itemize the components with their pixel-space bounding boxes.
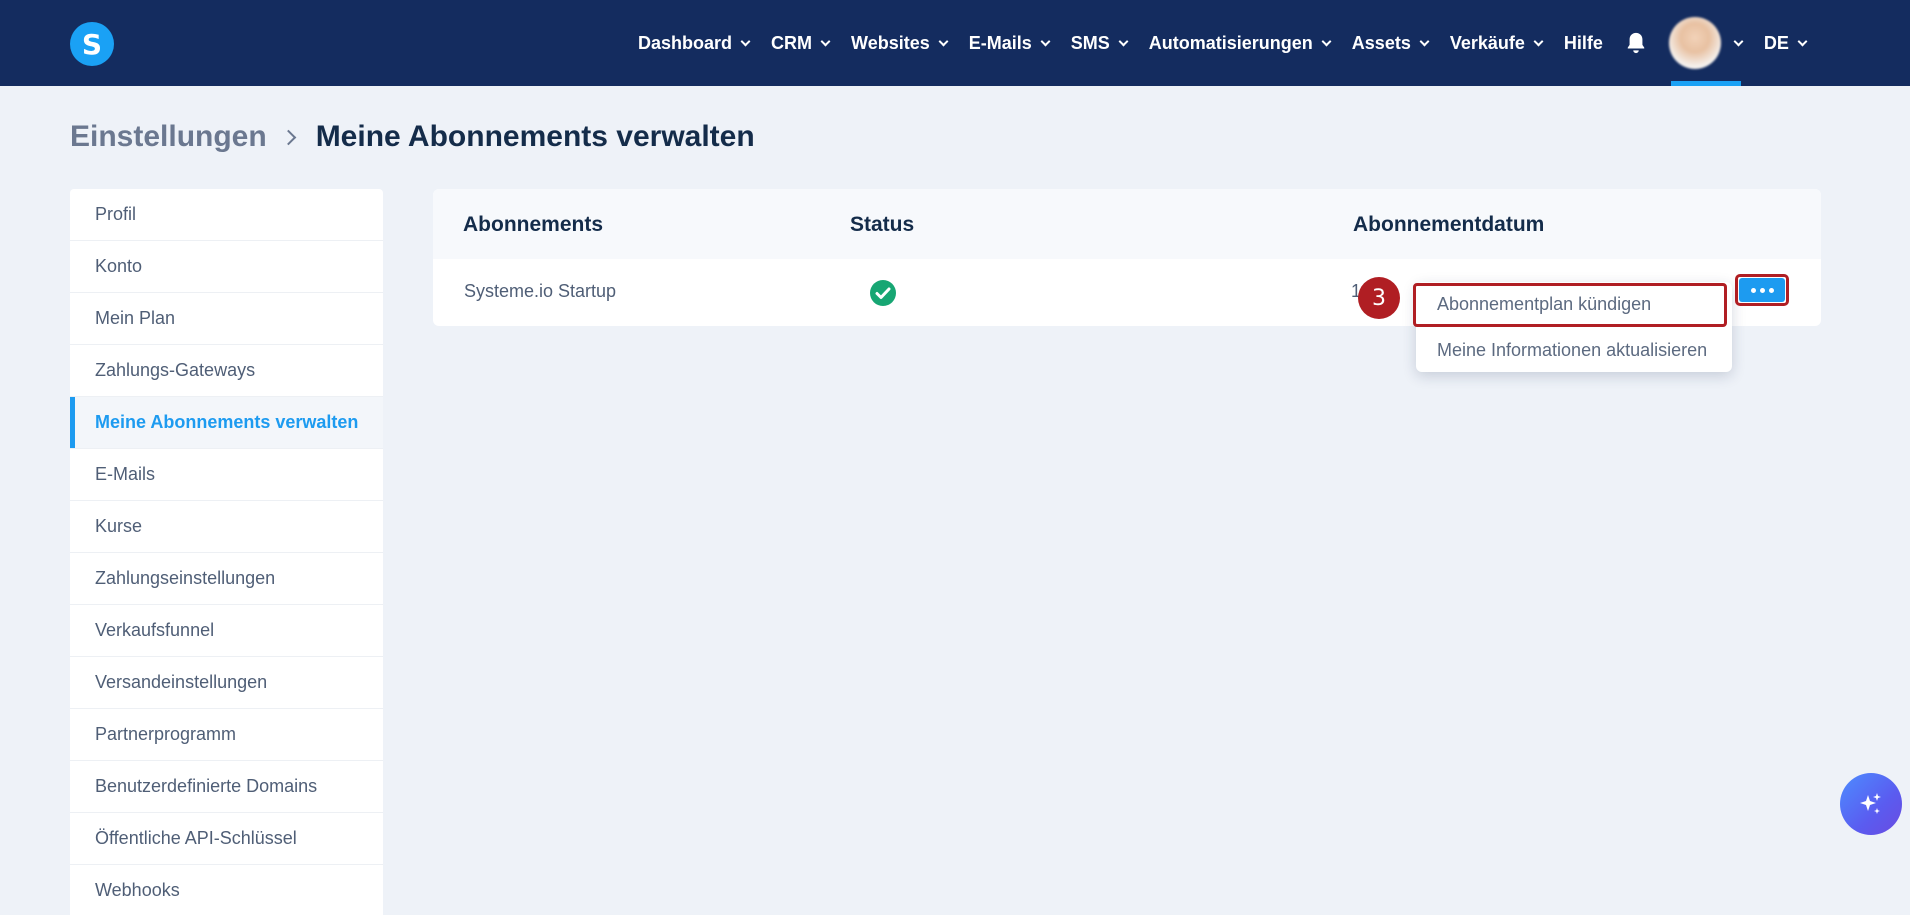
chevron-right-icon	[280, 129, 296, 145]
avatar[interactable]	[1668, 17, 1721, 69]
main-nav: Dashboard CRM Websites E-Mails SMS Autom…	[638, 0, 1828, 86]
language-selector[interactable]: DE	[1764, 0, 1808, 86]
active-indicator	[1670, 81, 1741, 86]
nav-verkaeufe[interactable]: Verkäufe	[1450, 0, 1544, 86]
nav-crm[interactable]: CRM	[771, 0, 831, 86]
highlight-box	[1413, 283, 1727, 327]
sidebar-item-api-keys[interactable]: Öffentliche API-Schlüssel	[70, 813, 383, 865]
user-menu[interactable]	[1668, 0, 1744, 86]
sparkles-icon	[1860, 793, 1881, 814]
chevron-down-icon	[1118, 36, 1129, 46]
nav-automatisierungen[interactable]: Automatisierungen	[1149, 0, 1332, 86]
chevron-down-icon	[938, 36, 949, 46]
sidebar-item-partnerprogramm[interactable]: Partnerprogramm	[70, 709, 383, 761]
breadcrumb-parent[interactable]: Einstellungen	[70, 120, 267, 154]
chevron-down-icon	[1419, 36, 1430, 46]
sidebar-item-konto[interactable]: Konto	[70, 241, 383, 293]
chevron-down-icon	[1533, 36, 1544, 46]
dot-icon	[1759, 287, 1765, 293]
sidebar-item-mein-plan[interactable]: Mein Plan	[70, 293, 383, 345]
nav-sms[interactable]: SMS	[1071, 0, 1129, 86]
breadcrumb: Einstellungen Meine Abonnements verwalte…	[70, 120, 755, 154]
column-header-date: Abonnementdatum	[1353, 213, 1545, 236]
dot-icon	[1750, 287, 1756, 293]
top-navbar: S Dashboard CRM Websites E-Mails SMS Aut…	[0, 0, 1910, 86]
sidebar-item-zahlungseinstellungen[interactable]: Zahlungseinstellungen	[70, 553, 383, 605]
sidebar-item-verkaufsfunnel[interactable]: Verkaufsfunnel	[70, 605, 383, 657]
chevron-down-icon	[740, 36, 751, 46]
chevron-down-icon	[1797, 36, 1808, 46]
nav-emails[interactable]: E-Mails	[969, 0, 1051, 86]
nav-assets[interactable]: Assets	[1352, 0, 1430, 86]
step-badge: 3	[1358, 277, 1400, 319]
page-title: Meine Abonnements verwalten	[315, 120, 755, 153]
subscription-name: Systeme.io Startup	[464, 281, 617, 301]
sidebar-item-kurse[interactable]: Kurse	[70, 501, 383, 553]
nav-websites[interactable]: Websites	[851, 0, 949, 86]
table-header: Abonnements Status Abonnementdatum	[433, 189, 1821, 259]
settings-sidebar: Profil Konto Mein Plan Zahlungs-Gateways…	[70, 189, 383, 915]
chevron-down-icon	[1733, 36, 1744, 46]
systeme-logo[interactable]: S	[70, 22, 114, 66]
nav-hilfe[interactable]: Hilfe	[1564, 0, 1603, 86]
column-header-abonnements: Abonnements	[463, 213, 604, 236]
sidebar-item-webhooks[interactable]: Webhooks	[70, 865, 383, 915]
more-actions-button[interactable]	[1739, 278, 1785, 302]
chevron-down-icon	[1040, 36, 1051, 46]
ai-assistant-button[interactable]	[1840, 773, 1902, 835]
sidebar-item-abonnements[interactable]: Meine Abonnements verwalten	[70, 397, 383, 449]
bell-icon[interactable]	[1625, 31, 1647, 55]
chevron-down-icon	[1321, 36, 1332, 46]
dot-icon	[1768, 287, 1774, 293]
sidebar-item-versandeinstellungen[interactable]: Versandeinstellungen	[70, 657, 383, 709]
sidebar-item-domains[interactable]: Benutzerdefinierte Domains	[70, 761, 383, 813]
sidebar-item-zahlungs-gateways[interactable]: Zahlungs-Gateways	[70, 345, 383, 397]
sidebar-item-profil[interactable]: Profil	[70, 189, 383, 241]
sidebar-item-emails[interactable]: E-Mails	[70, 449, 383, 501]
nav-dashboard[interactable]: Dashboard	[638, 0, 751, 86]
check-circle-icon	[870, 280, 896, 306]
chevron-down-icon	[820, 36, 831, 46]
column-header-status: Status	[850, 213, 915, 236]
menu-item-update-info[interactable]: Meine Informationen aktualisieren	[1437, 340, 1707, 361]
